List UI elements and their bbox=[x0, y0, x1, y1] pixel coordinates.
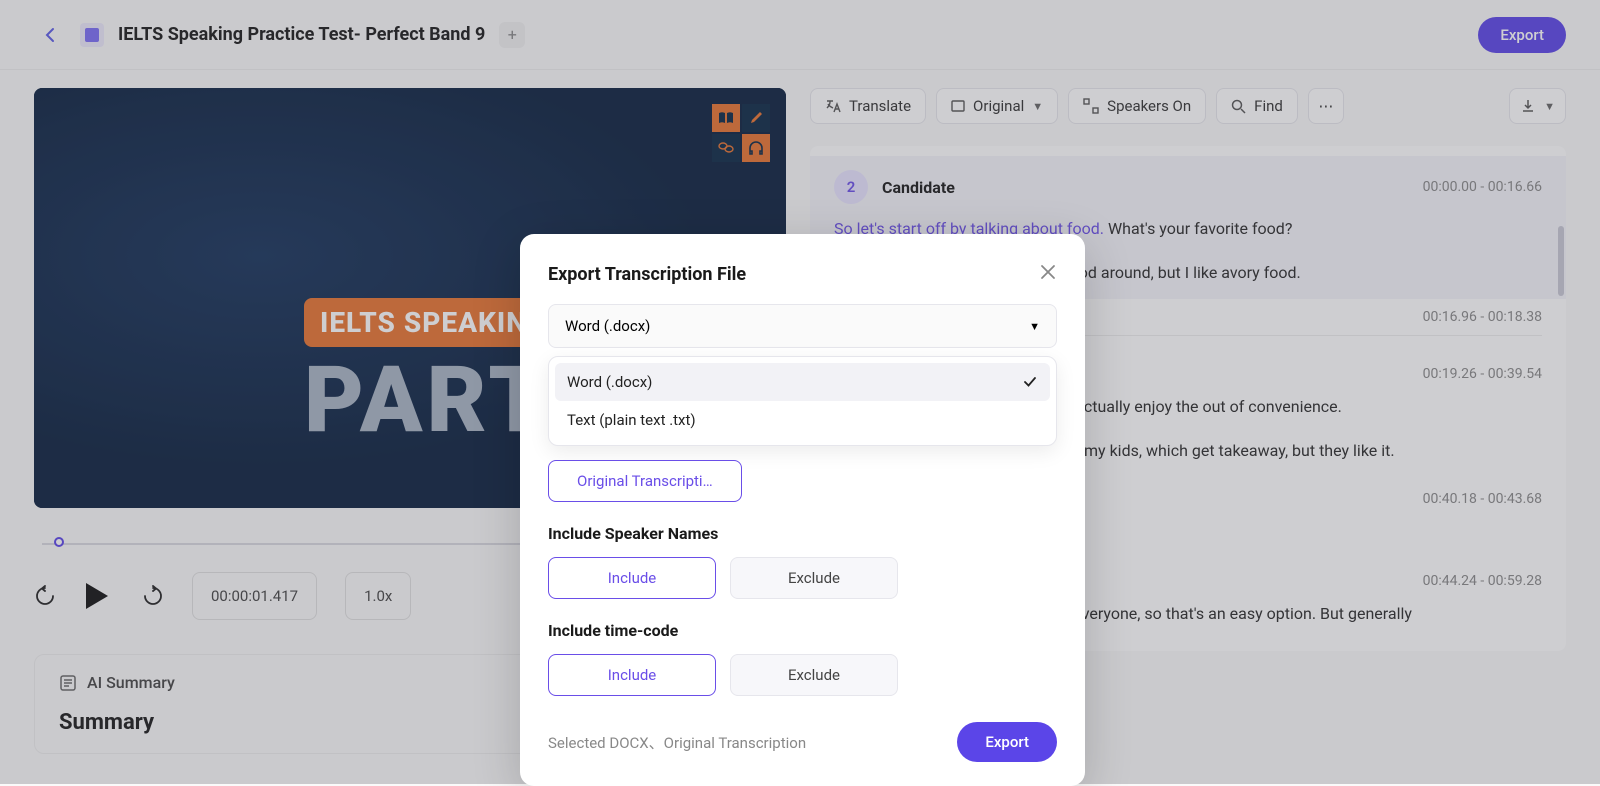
timecode-label: Include time-code bbox=[548, 621, 1057, 640]
close-button[interactable] bbox=[1039, 262, 1057, 286]
format-dropdown: Word (.docx) Text (plain text .txt) bbox=[548, 356, 1057, 446]
format-select-value: Word (.docx) bbox=[565, 317, 650, 335]
format-select[interactable]: Word (.docx) ▼ bbox=[548, 304, 1057, 348]
timecode-exclude-chip[interactable]: Exclude bbox=[730, 654, 898, 696]
original-transcription-chip[interactable]: Original Transcripti… bbox=[548, 460, 742, 502]
export-modal: Export Transcription File Word (.docx) ▼… bbox=[520, 234, 1085, 786]
speaker-include-chip[interactable]: Include bbox=[548, 557, 716, 599]
selection-summary: Selected DOCX、Original Transcription bbox=[548, 732, 806, 753]
export-button-modal[interactable]: Export bbox=[957, 722, 1057, 762]
check-icon bbox=[1022, 374, 1038, 390]
format-option-txt[interactable]: Text (plain text .txt) bbox=[555, 401, 1050, 439]
format-option-docx[interactable]: Word (.docx) bbox=[555, 363, 1050, 401]
speaker-names-label: Include Speaker Names bbox=[548, 524, 1057, 543]
modal-title: Export Transcription File bbox=[548, 264, 746, 285]
chevron-down-icon: ▼ bbox=[1029, 320, 1040, 333]
speaker-exclude-chip[interactable]: Exclude bbox=[730, 557, 898, 599]
timecode-include-chip[interactable]: Include bbox=[548, 654, 716, 696]
